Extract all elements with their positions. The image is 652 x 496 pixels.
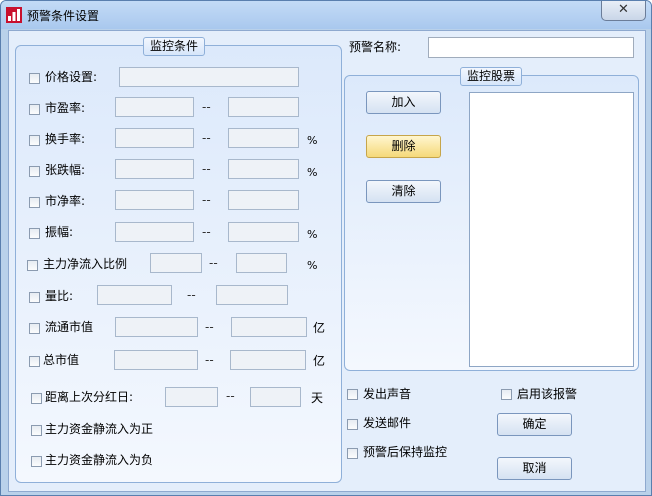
turnover-checkbox[interactable] — [29, 135, 40, 146]
volume-ratio-range-separator: -- — [187, 288, 196, 302]
amplitude-checkbox[interactable] — [29, 228, 40, 239]
dividend-days-range-separator: -- — [226, 389, 235, 403]
total-cap-unit: 亿 — [313, 354, 326, 368]
net-inflow-ratio-range-separator: -- — [209, 256, 218, 270]
main-inflow-positive-label: 主力资金静流入为正 — [45, 422, 154, 436]
net-inflow-ratio-label: 主力净流入比例 — [43, 257, 128, 271]
volume-ratio-min-input[interactable] — [97, 285, 172, 305]
pe-label: 市盈率: — [45, 101, 86, 115]
volume-ratio-checkbox[interactable] — [29, 292, 40, 303]
delete-button[interactable]: 删除 — [366, 135, 441, 158]
window-title: 预警条件设置 — [27, 9, 100, 23]
dividend-days-min-input[interactable] — [165, 387, 218, 407]
monitor-conditions-title: 监控条件 — [143, 37, 206, 56]
close-icon: ✕ — [618, 2, 629, 17]
add-button[interactable]: 加入 — [366, 91, 441, 114]
net-inflow-ratio-min-input[interactable] — [150, 253, 202, 273]
change-checkbox[interactable] — [29, 166, 40, 177]
dividend-days-label: 距离上次分红日: — [45, 390, 134, 404]
title-bar[interactable]: 预警条件设置 ✕ — [1, 1, 651, 29]
float-cap-max-input[interactable] — [231, 317, 307, 337]
pb-label: 市净率: — [45, 194, 86, 208]
monitor-stocks-title: 监控股票 — [460, 67, 523, 86]
dividend-days-checkbox[interactable] — [31, 393, 42, 404]
float-cap-range-separator: -- — [205, 320, 214, 334]
pe-checkbox[interactable] — [29, 104, 40, 115]
total-cap-label: 总市值 — [43, 353, 80, 367]
change-min-input[interactable] — [115, 159, 194, 179]
net-inflow-ratio-unit: % — [307, 259, 318, 272]
dividend-days-unit: 天 — [311, 391, 324, 405]
volume-ratio-max-input[interactable] — [216, 285, 288, 305]
alert-settings-window: 预警条件设置 ✕ 监控条件 价格设置: 市盈率: -- 换手率: -- % 张跌… — [0, 0, 652, 496]
alert-name-label: 预警名称: — [349, 40, 402, 54]
pb-max-input[interactable] — [228, 190, 299, 210]
amplitude-range-separator: -- — [202, 225, 211, 239]
pb-range-separator: -- — [202, 193, 211, 207]
pb-min-input[interactable] — [115, 190, 194, 210]
email-checkbox[interactable] — [347, 419, 358, 430]
monitor-conditions-group: 监控条件 价格设置: 市盈率: -- 换手率: -- % 张跌幅: -- % 市… — [15, 37, 342, 483]
amplitude-max-input[interactable] — [228, 222, 299, 242]
change-max-input[interactable] — [228, 159, 299, 179]
sound-checkbox[interactable] — [347, 389, 358, 400]
keep-monitoring-label: 预警后保持监控 — [363, 445, 448, 459]
turnover-min-input[interactable] — [115, 128, 194, 148]
email-label: 发送邮件 — [363, 416, 412, 430]
change-range-separator: -- — [202, 162, 211, 176]
pe-min-input[interactable] — [115, 97, 194, 117]
change-unit: % — [307, 166, 318, 179]
enable-alert-label: 启用该报警 — [517, 387, 578, 401]
net-inflow-ratio-max-input[interactable] — [236, 253, 287, 273]
amplitude-min-input[interactable] — [115, 222, 194, 242]
change-label: 张跌幅: — [45, 163, 86, 177]
amplitude-unit: % — [307, 228, 318, 241]
total-cap-checkbox[interactable] — [29, 356, 40, 367]
alert-name-input[interactable] — [428, 37, 634, 58]
ok-button[interactable]: 确定 — [497, 413, 572, 436]
turnover-max-input[interactable] — [228, 128, 299, 148]
total-cap-min-input[interactable] — [114, 350, 198, 370]
turnover-range-separator: -- — [202, 131, 211, 145]
dividend-days-max-input[interactable] — [250, 387, 301, 407]
price-label: 价格设置: — [45, 70, 98, 84]
price-checkbox[interactable] — [29, 73, 40, 84]
keep-monitoring-checkbox[interactable] — [347, 448, 358, 459]
turnover-unit: % — [307, 134, 318, 147]
total-cap-range-separator: -- — [205, 353, 214, 367]
cancel-button[interactable]: 取消 — [497, 457, 572, 480]
sound-label: 发出声音 — [363, 387, 412, 401]
main-inflow-positive-checkbox[interactable] — [31, 425, 42, 436]
float-cap-checkbox[interactable] — [29, 323, 40, 334]
turnover-label: 换手率: — [45, 132, 86, 146]
float-cap-unit: 亿 — [313, 321, 326, 335]
monitor-stocks-group: 监控股票 加入 删除 清除 — [344, 67, 639, 371]
close-button[interactable]: ✕ — [601, 1, 646, 21]
total-cap-max-input[interactable] — [230, 350, 306, 370]
float-cap-min-input[interactable] — [115, 317, 198, 337]
clear-button[interactable]: 清除 — [366, 180, 441, 203]
main-inflow-negative-checkbox[interactable] — [31, 456, 42, 467]
enable-alert-checkbox[interactable] — [501, 389, 512, 400]
pb-checkbox[interactable] — [29, 197, 40, 208]
app-chart-icon — [6, 7, 22, 23]
price-input[interactable] — [119, 67, 299, 87]
dialog-client: 监控条件 价格设置: 市盈率: -- 换手率: -- % 张跌幅: -- % 市… — [8, 30, 646, 492]
main-inflow-negative-label: 主力资金静流入为负 — [45, 453, 154, 467]
net-inflow-ratio-checkbox[interactable] — [27, 260, 38, 271]
pe-max-input[interactable] — [228, 97, 299, 117]
volume-ratio-label: 量比: — [45, 289, 74, 303]
float-cap-label: 流通市值 — [45, 320, 94, 334]
amplitude-label: 振幅: — [45, 225, 74, 239]
stock-list[interactable] — [469, 92, 634, 367]
pe-range-separator: -- — [202, 100, 211, 114]
